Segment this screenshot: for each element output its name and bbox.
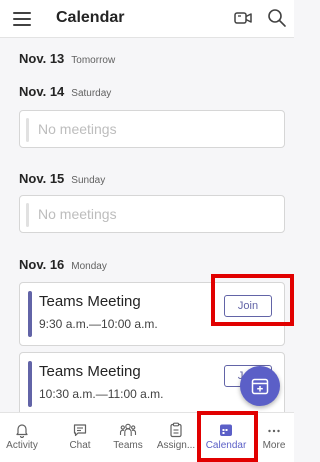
meeting-color-bar [28,361,32,407]
page-title: Calendar [56,9,125,26]
meeting-title: Teams Meeting [39,363,141,380]
date-header: Nov. 14 Saturday [19,84,112,99]
nav-assignments[interactable]: Assign... [153,413,199,462]
chat-icon [73,424,87,437]
no-meetings-text: No meetings [38,121,117,137]
meeting-title: Teams Meeting [39,293,141,310]
new-event-button[interactable] [240,366,280,406]
meeting-time: 9:30 a.m.—10:00 a.m. [39,317,158,331]
no-meetings-card: No meetings [19,195,285,233]
date-header: Nov. 16 Monday [19,257,107,272]
highlight-box [197,411,258,462]
meeting-time: 10:30 a.m.—11:00 a.m. [39,387,164,401]
no-meetings-card: No meetings [19,110,285,148]
teams-icon [119,423,137,436]
more-icon [268,429,280,433]
nav-teams[interactable]: Teams [108,413,148,462]
highlight-box [211,274,294,326]
top-app-bar: Calendar [0,0,294,38]
date-header: Nov. 15 Sunday [19,171,106,186]
search-icon[interactable] [267,8,287,28]
bell-icon [16,424,28,438]
new-event-icon [251,378,269,395]
meeting-color-bar [28,291,32,337]
agenda-list[interactable]: Nov. 13 Tomorrow Nov. 14 Saturday No meeti… [0,38,294,412]
date-header: Nov. 13 Tomorrow [19,51,116,66]
assignments-icon [170,422,182,438]
nav-activity[interactable]: Activity [0,413,44,462]
video-camera-icon[interactable] [233,8,253,28]
hamburger-icon[interactable] [13,12,31,26]
no-meetings-text: No meetings [38,206,117,222]
nav-more[interactable]: More [258,413,290,462]
nav-chat[interactable]: Chat [62,413,98,462]
